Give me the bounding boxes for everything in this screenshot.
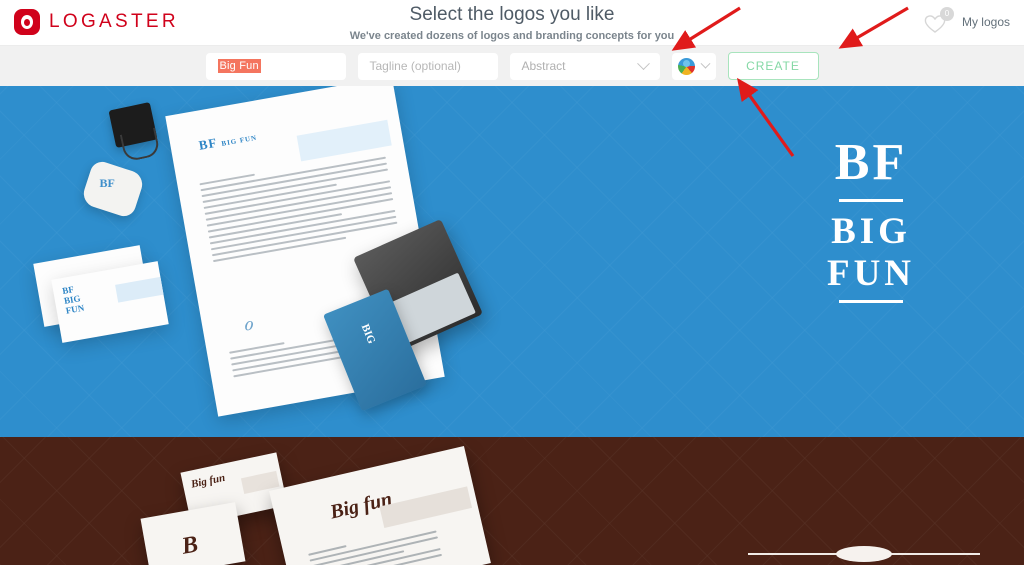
logaster-logo-gallery-page: LOGASTER Select the logos you like We've… — [0, 0, 1024, 565]
brown-card-initial: B — [179, 531, 201, 560]
favorites-indicator[interactable]: 0 — [922, 7, 954, 37]
brand-logo[interactable]: LOGASTER — [14, 9, 179, 35]
logo-preview-brown — [748, 546, 980, 562]
brown-letterhead-lines — [308, 525, 443, 565]
eraser-logo-mark: BF — [99, 175, 115, 190]
logo-preview-blue: BF BIG FUN — [776, 136, 966, 303]
binder-clip-icon — [108, 102, 158, 148]
logo-generator-toolbar: Big Fun Tagline (optional) Abstract CREA… — [0, 46, 1024, 86]
letterhead-logo-name: BIG FUN — [220, 133, 258, 148]
logo-divider-bottom — [839, 300, 903, 303]
brown-logo-lens-icon — [836, 546, 892, 562]
signature-mark: ℴ — [240, 309, 255, 336]
branding-mockup-photo-blue: BF BF BIG FUN ℴ BF BIG FUN BIG — [0, 86, 620, 437]
chevron-down-icon — [636, 56, 650, 70]
color-picker[interactable] — [671, 52, 716, 80]
letterhead-logo: BF BIG FUN — [197, 127, 258, 155]
logo-result-card-brown[interactable]: Big fun B Big fun — [0, 437, 1024, 565]
tagline-placeholder: Tagline (optional) — [369, 59, 461, 73]
favorites-count-badge: 0 — [939, 7, 954, 21]
logo-monogram: BF — [834, 134, 908, 191]
brand-name: LOGASTER — [49, 11, 179, 32]
category-dropdown[interactable]: Abstract — [509, 52, 660, 80]
letterhead-text-lines — [199, 151, 399, 266]
chevron-down-icon — [700, 58, 710, 69]
tagline-input[interactable]: Tagline (optional) — [357, 52, 498, 80]
site-header: LOGASTER Select the logos you like We've… — [0, 0, 1024, 46]
logo-divider-top — [839, 199, 903, 202]
create-button[interactable]: CREATE — [727, 52, 819, 80]
company-name-input[interactable]: Big Fun — [205, 52, 346, 80]
logo-word-2: FUN — [826, 253, 916, 294]
eraser-icon: BF — [80, 158, 146, 220]
my-logos-link[interactable]: 0 My logos — [922, 7, 1010, 37]
color-wheel-icon — [677, 57, 695, 75]
letterhead-logo-mark: BF — [197, 134, 219, 153]
category-value: Abstract — [521, 59, 566, 73]
brown-card-wordmark: Big fun — [189, 471, 227, 491]
logaster-dot-icon — [14, 9, 40, 35]
business-card-logo: BF BIG FUN — [62, 283, 85, 316]
brown-letterhead-accent — [379, 486, 473, 529]
company-name-value: Big Fun — [217, 59, 261, 73]
card-logo-line-3: FUN — [64, 302, 85, 316]
my-logos-label: My logos — [961, 15, 1010, 29]
brown-logo-rule — [748, 546, 980, 562]
logo-result-card-blue[interactable]: BF BF BIG FUN ℴ BF BIG FUN BIG BF BIG FU… — [0, 86, 1024, 437]
business-card-accent — [115, 276, 164, 303]
blue-card-logo: BIG — [358, 322, 378, 346]
logo-word-1: BIG — [831, 211, 911, 252]
